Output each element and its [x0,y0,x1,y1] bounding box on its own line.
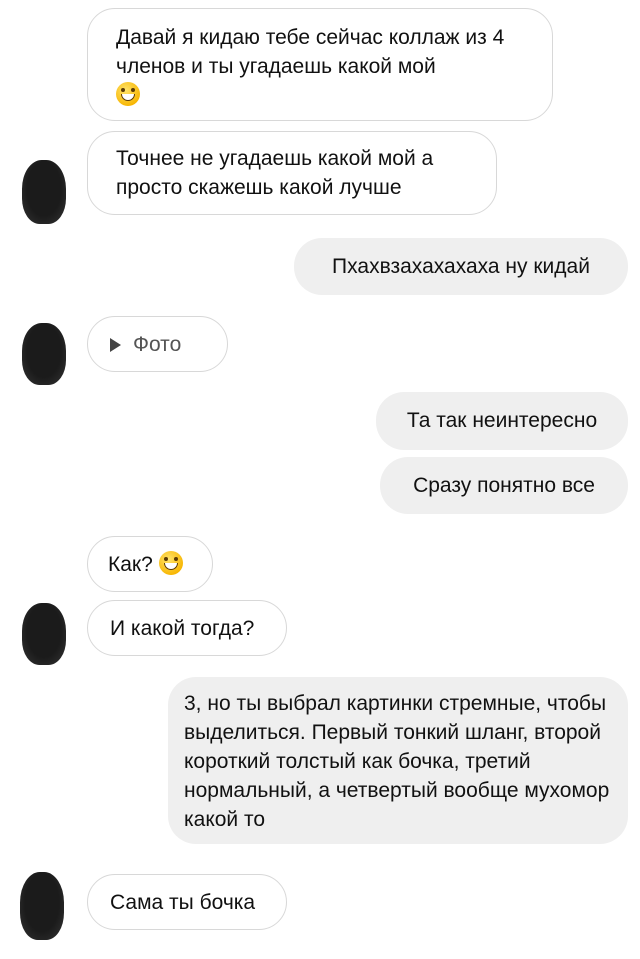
photo-message-bubble[interactable]: Фото [87,316,228,372]
message-bubble-outgoing[interactable]: Пхахвзахахахаха ну кидай [294,238,628,295]
message-bubble-outgoing[interactable]: Та так неинтересно [376,392,628,450]
sender-avatar[interactable] [20,872,64,940]
message-bubble-incoming[interactable]: Сама ты бочка [87,874,287,930]
message-text: 3, но ты выбрал картинки стремные, чтобы… [184,692,610,831]
message-text: Как? [108,553,153,576]
play-icon [110,338,121,352]
message-text: Сразу понятно все [413,474,595,497]
message-bubble-incoming[interactable]: Точнее не угадаешь какой мой а просто ск… [87,131,497,215]
message-text: Та так неинтересно [406,409,598,432]
message-bubble-outgoing[interactable]: 3, но ты выбрал картинки стремные, чтобы… [168,677,628,844]
photo-label: Фото [133,333,182,356]
sender-avatar[interactable] [22,323,66,385]
grinning-face-emoji-icon [158,551,183,575]
message-text: Пхахвзахахахаха ну кидай [332,255,590,278]
sender-avatar[interactable] [22,603,66,665]
message-bubble-incoming[interactable]: Давай я кидаю тебе сейчас коллаж из 4 чл… [87,8,553,121]
message-text: Сама ты бочка [110,891,256,914]
message-bubble-incoming[interactable]: Как? [87,536,213,592]
message-text: И какой тогда? [110,617,255,640]
message-text: Точнее не угадаешь какой мой а просто ск… [116,147,434,199]
sender-avatar[interactable] [22,160,66,224]
grinning-face-emoji-icon [116,82,140,106]
message-bubble-outgoing[interactable]: Сразу понятно все [380,457,628,514]
message-bubble-incoming[interactable]: И какой тогда? [87,600,287,656]
message-text: Давай я кидаю тебе сейчас коллаж из 4 чл… [116,26,505,78]
